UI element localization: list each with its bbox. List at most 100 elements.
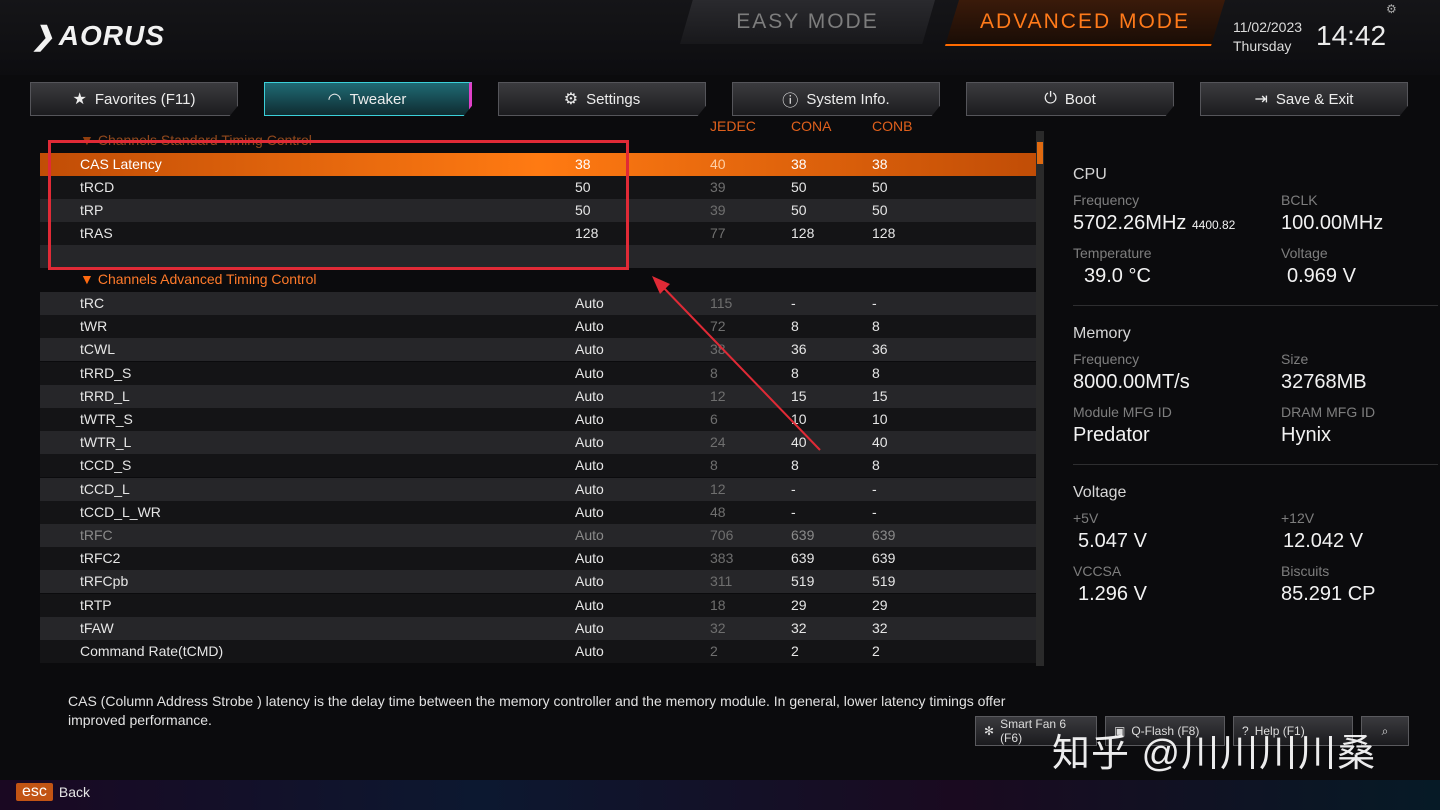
cell-value[interactable]: Auto xyxy=(575,385,604,408)
vccsa-value: 1.296 V xyxy=(1078,583,1147,605)
table-row[interactable]: tWTR_L Auto 24 40 40 xyxy=(40,431,1036,454)
table-row[interactable]: Command Rate(tCMD) Auto 2 2 2 xyxy=(40,640,1036,663)
cell-value[interactable]: Auto xyxy=(575,594,604,617)
cell-value[interactable]: Auto xyxy=(575,478,604,501)
dram-mfg-label: DRAM MFG ID xyxy=(1281,404,1376,420)
tab-save-exit[interactable]: ⇥ Save & Exit xyxy=(1200,82,1408,116)
table-row[interactable]: tCCD_L_WR Auto 48 - - xyxy=(40,501,1036,524)
cell-jedec: 311 xyxy=(710,573,733,589)
esc-key[interactable]: esc xyxy=(16,783,53,801)
tab-system-info[interactable]: ⓘ System Info. xyxy=(732,82,940,116)
table-row[interactable]: tFAW Auto 32 32 32 xyxy=(40,617,1036,640)
memory-size-value: 32768MB xyxy=(1281,371,1367,393)
cell-jedec: 18 xyxy=(710,597,726,613)
table-row[interactable]: tRFCpb Auto 311 519 519 xyxy=(40,570,1036,593)
cell-value[interactable]: Auto xyxy=(575,431,604,454)
cell-conb: 639 xyxy=(872,550,896,566)
tab-settings[interactable]: ⚙ Settings xyxy=(498,82,706,116)
cell-name: Command Rate(tCMD) xyxy=(80,643,224,659)
cell-value[interactable]: Auto xyxy=(575,315,604,338)
cell-value[interactable]: Auto xyxy=(575,408,604,431)
scrollbar-thumb[interactable] xyxy=(1037,142,1043,164)
memory-title: Memory xyxy=(1073,325,1131,342)
table-row[interactable]: tCWL Auto 38 36 36 xyxy=(40,338,1036,361)
speedometer-icon: ◠ xyxy=(327,91,342,108)
fan-icon: ✻ xyxy=(984,724,995,738)
cell-conb: - xyxy=(872,295,877,311)
cell-conb: 40 xyxy=(872,434,888,450)
table-row[interactable]: tRRD_S Auto 8 8 8 xyxy=(40,362,1036,385)
cell-cona: - xyxy=(791,504,796,520)
cell-name: tRFC2 xyxy=(80,550,121,566)
table-row[interactable]: tCCD_S Auto 8 8 8 xyxy=(40,454,1036,477)
cell-value[interactable]: Auto xyxy=(575,292,604,315)
gear-icon[interactable]: ⚙ xyxy=(1386,2,1397,16)
cell-value[interactable]: Auto xyxy=(575,570,604,593)
v5-value: 5.047 V xyxy=(1078,530,1147,552)
cell-value[interactable]: Auto xyxy=(575,547,604,570)
table-row[interactable]: tRC Auto 115- - xyxy=(40,292,1036,315)
module-mfg-label: Module MFG ID xyxy=(1073,404,1172,420)
cell-value[interactable]: Auto xyxy=(575,617,604,640)
cell-conb: - xyxy=(872,504,877,520)
biscuits-label: Biscuits xyxy=(1281,563,1330,579)
cpu-title: CPU xyxy=(1073,166,1107,183)
highlight-box xyxy=(48,140,629,270)
info-icon: ⓘ xyxy=(782,93,799,110)
cell-name: tWTR_S xyxy=(80,411,133,427)
section-advanced-timing[interactable]: ▼ Channels Advanced Timing Control xyxy=(80,271,317,287)
table-row[interactable]: tRFC2 Auto 383 639 639 xyxy=(40,547,1036,570)
cell-jedec: 706 xyxy=(710,527,734,543)
cell-cona: 32 xyxy=(791,620,807,636)
cpu-temperature-label: Temperature xyxy=(1073,245,1152,261)
tab-boot[interactable]: ⏻ Boot xyxy=(966,82,1174,116)
cell-name: tCCD_S xyxy=(80,457,132,473)
cell-value[interactable]: Auto xyxy=(575,338,604,361)
cell-value[interactable]: Auto xyxy=(575,362,604,385)
easy-mode-button[interactable]: EASY MODE xyxy=(680,0,935,44)
table-row[interactable]: tWTR_S Auto 6 10 10 xyxy=(40,408,1036,431)
annotation-arrow xyxy=(652,276,821,451)
cell-value[interactable]: Auto xyxy=(575,640,604,663)
cell-jedec: 2 xyxy=(710,643,718,659)
bclk-value: 100.00MHz xyxy=(1281,212,1384,234)
cell-cona: 29 xyxy=(791,597,807,613)
gear-icon: ⚙ xyxy=(563,91,579,108)
cell-conb: 8 xyxy=(872,457,880,473)
eagle-icon: ❯ xyxy=(32,20,55,51)
table-row[interactable]: tRRD_L Auto 12 15 15 xyxy=(40,385,1036,408)
cell-jedec: 12 xyxy=(710,481,726,497)
memory-size-label: Size xyxy=(1281,351,1309,367)
footer-bar xyxy=(0,780,1440,810)
cell-conb: 519 xyxy=(872,573,896,589)
cell-cona: 519 xyxy=(791,573,815,589)
cell-name: tRRD_S xyxy=(80,365,132,381)
cell-cona: 639 xyxy=(791,527,815,543)
table-row[interactable]: tRTP Auto 18 29 29 xyxy=(40,594,1036,617)
aorus-logo: ❯ AORUS xyxy=(32,20,165,51)
cell-name: tWTR_L xyxy=(80,434,132,450)
cpu-frequency-sub: 4400.82 xyxy=(1191,218,1236,232)
cpu-frequency-value: 5702.26MHz 4400.82 xyxy=(1073,212,1236,234)
dram-mfg-value: Hynix xyxy=(1281,424,1332,446)
cell-name: tWR xyxy=(80,318,108,334)
cell-cona: 639 xyxy=(791,550,815,566)
tab-tweaker[interactable]: ◠ Tweaker xyxy=(264,82,472,116)
table-row[interactable]: tRFC Auto 706 639 639 xyxy=(40,524,1036,547)
cell-conb: 2 xyxy=(872,643,880,659)
cell-name: tRFCpb xyxy=(80,573,129,589)
cell-cona: 2 xyxy=(791,643,799,659)
esc-back-button[interactable]: esc Back xyxy=(16,781,90,803)
cell-value[interactable]: Auto xyxy=(575,524,604,547)
table-row[interactable]: tCCD_L Auto 12 - - xyxy=(40,478,1036,501)
cell-conb: 36 xyxy=(872,341,888,357)
table-row[interactable]: tWR Auto 72 8 8 xyxy=(40,315,1036,338)
cell-value[interactable]: Auto xyxy=(575,501,604,524)
cell-value[interactable]: Auto xyxy=(575,454,604,477)
cell-name: tCWL xyxy=(80,341,115,357)
power-icon: ⏻ xyxy=(1044,90,1057,107)
tab-favorites[interactable]: ★ Favorites (F11) xyxy=(30,82,238,116)
scrollbar[interactable] xyxy=(1036,131,1044,666)
advanced-mode-button[interactable]: ADVANCED MODE xyxy=(945,0,1225,46)
cell-conb: 639 xyxy=(872,527,896,543)
